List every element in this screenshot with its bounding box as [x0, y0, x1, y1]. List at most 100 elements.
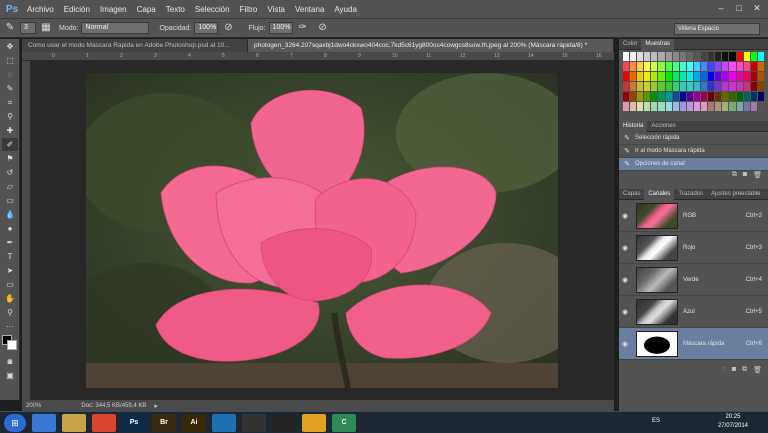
color-swatches[interactable] — [2, 335, 18, 351]
airbrush-icon[interactable]: ✑ — [296, 21, 310, 35]
eyedropper-tool-icon[interactable]: ⚲ — [2, 110, 18, 123]
menu-item[interactable]: Texto — [161, 5, 190, 14]
swatch[interactable] — [672, 102, 679, 111]
swatch[interactable] — [743, 72, 750, 81]
brush-size-field[interactable]: 3 — [20, 22, 36, 34]
swatch[interactable] — [623, 92, 630, 101]
swatch[interactable] — [679, 92, 686, 101]
close-icon[interactable]: ✕ — [750, 2, 764, 14]
menu-item[interactable]: Archivo — [22, 5, 59, 14]
swatch[interactable] — [736, 62, 743, 71]
tab-layers[interactable]: Capas — [619, 189, 644, 200]
doc-tab-jpeg[interactable]: photogen_3264.207sqaxbj1dwo4ckswo404coc.… — [248, 39, 614, 52]
swatch[interactable] — [623, 72, 630, 81]
swatch[interactable] — [679, 72, 686, 81]
channel-row[interactable]: ◉ Azul Ctrl+5 — [619, 296, 768, 328]
swatch[interactable] — [693, 92, 701, 101]
swatch[interactable] — [665, 102, 672, 111]
crop-tool-icon[interactable]: ⌗ — [2, 96, 18, 109]
visibility-eye-icon[interactable]: ◉ — [619, 340, 631, 348]
swatch[interactable] — [644, 92, 651, 101]
swatch[interactable] — [644, 62, 651, 71]
screen-mode-icon[interactable]: ▣ — [2, 369, 18, 382]
swatch[interactable] — [630, 82, 637, 91]
tab-color[interactable]: Color — [619, 39, 641, 50]
swatch[interactable] — [736, 52, 743, 61]
swatch[interactable] — [658, 52, 665, 61]
swatch[interactable] — [729, 82, 736, 91]
swatch[interactable] — [651, 82, 658, 91]
swatch[interactable] — [686, 92, 693, 101]
mode-select[interactable]: Normal — [81, 22, 150, 34]
swatch[interactable] — [672, 82, 679, 91]
clock[interactable]: 20:25 27/07/2014 — [718, 413, 748, 431]
minimize-icon[interactable]: – — [714, 2, 728, 14]
swatch[interactable] — [722, 52, 729, 61]
swatch[interactable] — [693, 102, 701, 111]
swatch[interactable] — [743, 62, 750, 71]
swatch[interactable] — [743, 92, 750, 101]
swatch[interactable] — [701, 102, 708, 111]
swatch[interactable] — [701, 92, 708, 101]
menu-item[interactable]: Ventana — [290, 5, 329, 14]
swatch[interactable] — [743, 102, 750, 111]
swatch[interactable] — [665, 52, 672, 61]
swatch[interactable] — [665, 82, 672, 91]
brush-tool-icon[interactable]: ✐ — [2, 138, 18, 151]
swatches-grid[interactable] — [619, 50, 768, 113]
menu-item[interactable]: Selección — [190, 5, 235, 14]
swatch[interactable] — [658, 82, 665, 91]
bridge-icon[interactable]: Br — [152, 413, 176, 432]
swatch[interactable] — [651, 52, 658, 61]
swatch[interactable] — [686, 62, 693, 71]
swatch[interactable] — [686, 82, 693, 91]
language-indicator[interactable]: ES — [652, 418, 660, 424]
path-select-tool-icon[interactable]: ➤ — [2, 264, 18, 277]
swatch[interactable] — [757, 102, 764, 111]
menu-item[interactable]: Edición — [59, 5, 95, 14]
swatch[interactable] — [637, 52, 644, 61]
swatch[interactable] — [708, 62, 715, 71]
swatch[interactable] — [651, 102, 658, 111]
swatch[interactable] — [750, 62, 757, 71]
illustrator-icon[interactable]: Ai — [182, 413, 206, 432]
load-selection-icon[interactable]: ◌ — [722, 366, 726, 378]
doc-size[interactable]: Doc: 344,5 KB/459,4 KB — [81, 403, 146, 409]
tab-actions[interactable]: Acciones — [647, 121, 679, 132]
channel-row[interactable]: ◉ RGB Ctrl+2 — [619, 200, 768, 232]
hand-tool-icon[interactable]: ✋ — [2, 292, 18, 305]
save-selection-icon[interactable]: ◙ — [732, 366, 736, 378]
swatch[interactable] — [672, 62, 679, 71]
bio-icon[interactable] — [302, 413, 326, 432]
history-item[interactable]: ✎ Opciones de canal — [619, 158, 768, 171]
swatch[interactable] — [686, 102, 693, 111]
swatch[interactable] — [729, 102, 736, 111]
menu-item[interactable]: Imagen — [95, 5, 132, 14]
swatch[interactable] — [750, 52, 757, 61]
swatch[interactable] — [729, 52, 736, 61]
swatch[interactable] — [630, 52, 637, 61]
swatch[interactable] — [715, 62, 722, 71]
channel-row[interactable]: ◉ Rojo Ctrl+3 — [619, 232, 768, 264]
history-brush-tool-icon[interactable]: ↺ — [2, 166, 18, 179]
tab-history[interactable]: Historia — [619, 120, 648, 132]
delete-channel-icon[interactable]: 🗑 — [753, 366, 762, 378]
swatch[interactable] — [701, 82, 708, 91]
swatch[interactable] — [729, 92, 736, 101]
swatch[interactable] — [750, 72, 757, 81]
swatch[interactable] — [757, 82, 764, 91]
visibility-eye-icon[interactable]: ◉ — [619, 212, 631, 220]
swatch[interactable] — [658, 102, 665, 111]
zoom-tool-icon[interactable]: ⚲ — [2, 306, 18, 319]
swatch[interactable] — [736, 82, 743, 91]
swatch[interactable] — [708, 72, 715, 81]
menu-item[interactable]: Filtro — [235, 5, 263, 14]
visibility-eye-icon[interactable]: ◉ — [619, 244, 631, 252]
swatch[interactable] — [679, 82, 686, 91]
pressure-size-icon[interactable]: ⊘ — [316, 21, 330, 35]
swatch[interactable] — [736, 72, 743, 81]
swatch[interactable] — [637, 72, 644, 81]
history-item[interactable]: ✎ Ir al modo Máscara rápida — [619, 145, 768, 158]
menu-item[interactable]: Capa — [132, 5, 161, 14]
swatch[interactable] — [701, 72, 708, 81]
